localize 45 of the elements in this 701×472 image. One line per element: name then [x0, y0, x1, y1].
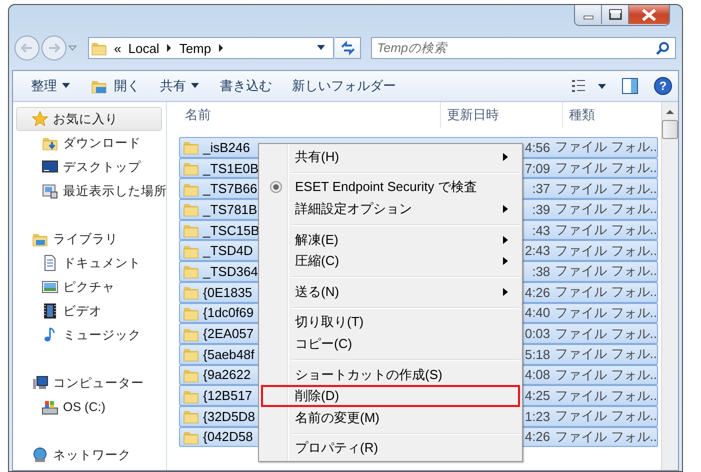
- table-cell-text: _TS7B66: [203, 181, 258, 196]
- table-cell: ファイル フォル..: [554, 221, 657, 240]
- table-cell: ファイル フォル..: [554, 159, 657, 178]
- table-cell: ファイル フォル..: [554, 345, 657, 364]
- table-cell-text: _TSC15B: [203, 222, 260, 238]
- table-cell: ファイル フォル..: [554, 242, 657, 260]
- table-cell: ファイル フォル..: [554, 180, 657, 198]
- table-cell-text: 4:40: [524, 305, 550, 320]
- table-cell-text: 0:03: [524, 326, 550, 342]
- table-cell: ファイル フォル..: [554, 407, 657, 426]
- table-cell-text: {32D5D8: [203, 408, 256, 424]
- table-cell-text: _TSD364: [203, 264, 259, 279]
- table-cell-text: {1dc0f69: [203, 305, 255, 320]
- table-cell: ファイル フォル..: [554, 324, 657, 343]
- table-cell-text: {042D58: [203, 429, 254, 444]
- table-cell: ファイル フォル..: [554, 262, 657, 280]
- table-cell-text: 1:23: [524, 408, 550, 424]
- table-cell-text: 4:56: [524, 140, 550, 155]
- table-cell-text: 2:43: [524, 243, 550, 258]
- table-cell-text: _TSD4D: [203, 243, 254, 258]
- table-cell-text: 5:18: [524, 346, 550, 362]
- table-cell-text: {12B517: [203, 388, 254, 404]
- table-cell-text: 7:09: [524, 160, 550, 176]
- table-cell-text: _TS781B: [203, 202, 258, 217]
- table-cell-text: 4:25: [524, 388, 550, 404]
- table-cell-text: 4:26: [524, 429, 550, 444]
- table-cell: ファイル フォル..: [554, 386, 657, 405]
- table-cell-text: {0E1835: [203, 284, 254, 300]
- table-cell-text: :38: [531, 264, 550, 279]
- table-cell-text: :39: [531, 202, 550, 217]
- table-cell: ファイル フォル..: [554, 283, 657, 302]
- table-cell-text: _TS1E0B: [203, 160, 260, 176]
- table-cell-text: _isB246: [203, 140, 251, 155]
- table-cell-text: {5aeb48f: [203, 346, 256, 362]
- table-cell-text: 4:26: [524, 284, 550, 300]
- table-cell: ファイル フォル..: [554, 200, 657, 218]
- table-cell: ファイル フォル..: [554, 138, 657, 156]
- table-cell-text: {2EA057: [203, 326, 255, 342]
- table-cell-text: :43: [531, 222, 550, 238]
- table-cell-text: {9a2622: [203, 367, 252, 382]
- table-cell: ファイル フォル..: [554, 304, 657, 322]
- table-cell-text: 4:08: [524, 367, 550, 382]
- table-cell: ファイル フォル..: [554, 366, 657, 384]
- table-cell: ファイル フォル..: [554, 428, 657, 446]
- table-cell-text: :37: [531, 181, 550, 196]
